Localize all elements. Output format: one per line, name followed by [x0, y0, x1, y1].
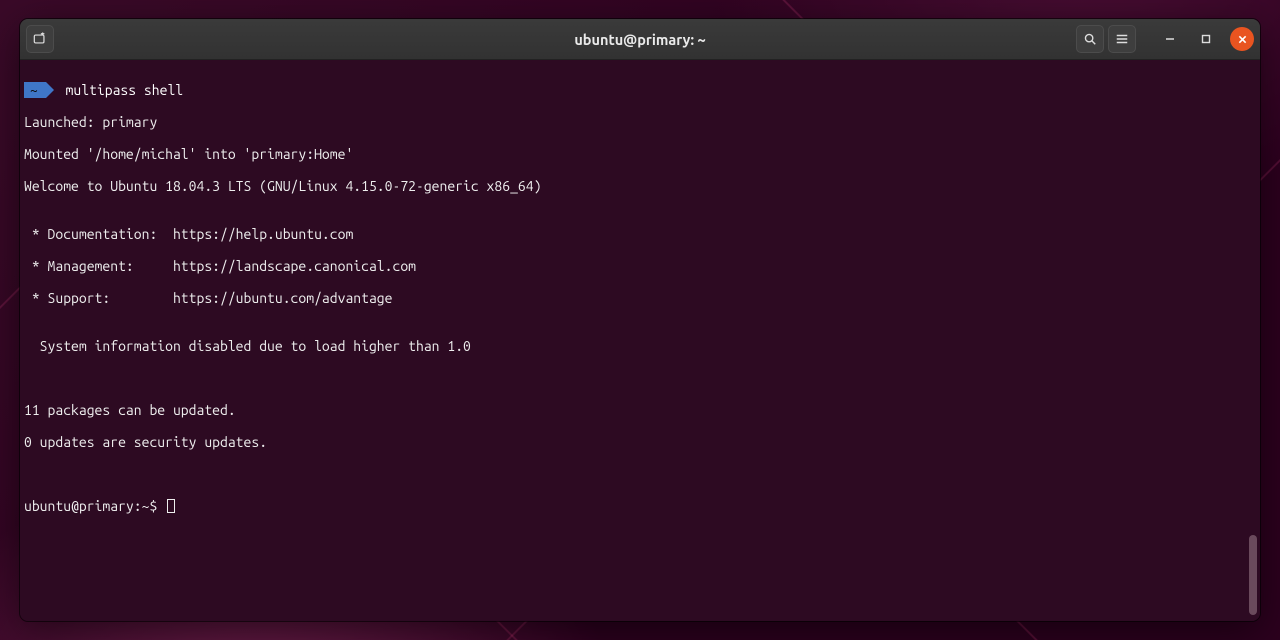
output-line: * Documentation: https://help.ubuntu.com — [24, 226, 1256, 242]
scrollbar-thumb[interactable] — [1249, 535, 1257, 615]
shell-prompt-line: ubuntu@primary:~$ — [24, 498, 1256, 514]
terminal-body[interactable]: ~ multipass shell Launched: primary Moun… — [20, 60, 1260, 621]
output-line: Launched: primary — [24, 114, 1256, 130]
close-icon — [1238, 35, 1247, 44]
hamburger-icon — [1115, 32, 1129, 46]
window-title: ubuntu@primary: ~ — [20, 31, 1260, 48]
shell-prompt: ubuntu@primary:~$ — [24, 498, 165, 514]
search-icon — [1083, 32, 1097, 46]
minimize-button[interactable] — [1158, 27, 1182, 51]
close-button[interactable] — [1230, 27, 1254, 51]
new-tab-icon — [33, 32, 47, 46]
output-line: 11 packages can be updated. — [24, 402, 1256, 418]
output-line: Mounted '/home/michal' into 'primary:Hom… — [24, 146, 1256, 162]
prompt-line: ~ multipass shell — [24, 82, 1256, 98]
maximize-button[interactable] — [1194, 27, 1218, 51]
desktop-background: ubuntu@primary: ~ — [0, 0, 1280, 640]
maximize-icon — [1201, 34, 1211, 44]
menu-button[interactable] — [1108, 25, 1136, 53]
search-button[interactable] — [1076, 25, 1104, 53]
output-line: 0 updates are security updates. — [24, 434, 1256, 450]
terminal-window: ubuntu@primary: ~ — [20, 19, 1260, 621]
output-line: System information disabled due to load … — [24, 338, 1256, 354]
entered-command: multipass shell — [66, 82, 184, 98]
minimize-icon — [1165, 34, 1175, 44]
cursor — [167, 499, 175, 513]
output-line: Welcome to Ubuntu 18.04.3 LTS (GNU/Linux… — [24, 178, 1256, 194]
titlebar[interactable]: ubuntu@primary: ~ — [20, 19, 1260, 60]
new-tab-button[interactable] — [26, 25, 54, 53]
prompt-badge: ~ — [24, 82, 46, 98]
output-line: * Support: https://ubuntu.com/advantage — [24, 290, 1256, 306]
output-line: * Management: https://landscape.canonica… — [24, 258, 1256, 274]
